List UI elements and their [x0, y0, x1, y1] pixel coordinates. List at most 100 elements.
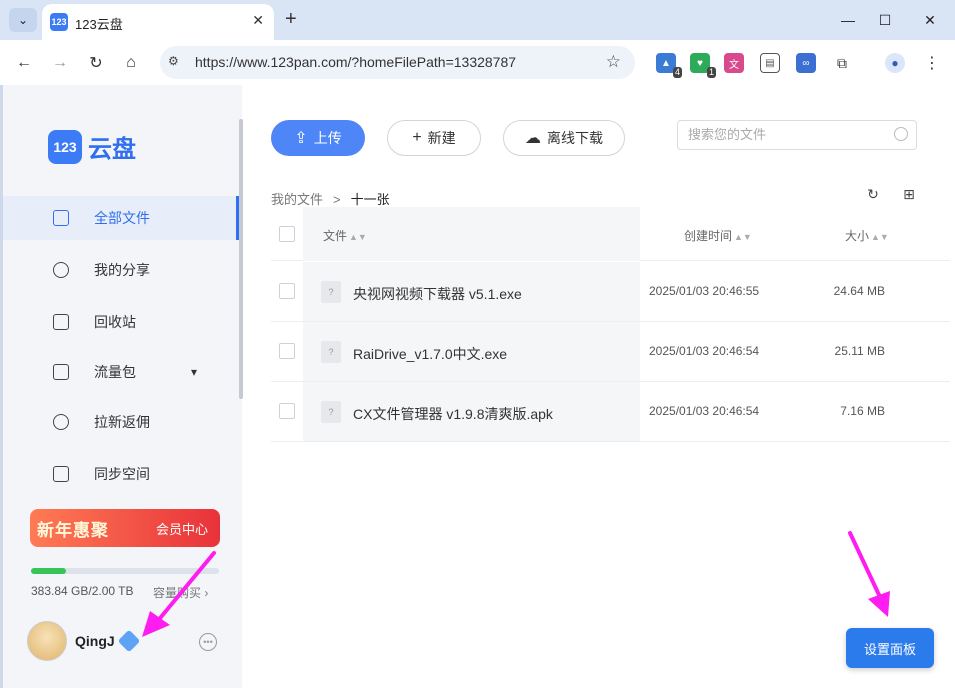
sidebar-item-referral[interactable]: 拉新返佣 — [3, 400, 237, 444]
page: 123 云盘 全部文件 我的分享 回收站 流量包 ▾ 拉新返佣 同步空间 新年惠… — [0, 85, 955, 688]
sidebar-item-traffic-pack[interactable]: 流量包 ▾ — [3, 350, 237, 394]
yen-icon — [53, 414, 69, 430]
avatar[interactable] — [27, 621, 67, 661]
chart-icon — [53, 364, 69, 380]
offline-download-button[interactable]: ☁ 离线下载 — [503, 120, 625, 156]
extension-icon[interactable]: ▲ 4 — [656, 53, 682, 78]
search-icon[interactable] — [894, 127, 908, 141]
sidebar-item-label: 全部文件 — [94, 210, 150, 226]
favicon-icon: 123 — [50, 13, 68, 31]
file-created: 2025/01/03 20:46:55 — [649, 284, 760, 298]
column-header-file[interactable]: 文件 ▲▼ — [323, 227, 367, 244]
home-icon[interactable]: ⌂ — [120, 52, 142, 74]
search-box — [677, 120, 917, 150]
chevron-down-icon[interactable]: ▾ — [191, 365, 197, 379]
tab-title: 123云盘 — [75, 17, 123, 32]
username: QingJ — [75, 633, 115, 649]
logo-text: 云盘 — [88, 136, 136, 163]
file-name[interactable]: CX文件管理器 v1.9.8清爽版.apk — [353, 404, 553, 424]
sort-icon: ▲▼ — [734, 232, 752, 242]
file-size: 7.16 MB — [840, 404, 885, 418]
file-size: 24.64 MB — [833, 284, 885, 298]
sidebar-item-label: 回收站 — [94, 314, 136, 330]
sidebar-item-label: 拉新返佣 — [94, 414, 150, 430]
forward-icon[interactable]: → — [49, 52, 71, 74]
extensions-puzzle-icon[interactable]: ⧉ — [832, 53, 852, 73]
new-button[interactable]: + 新建 — [387, 120, 481, 156]
upload-label: 上传 — [313, 130, 342, 146]
sidebar-item-recycle-bin[interactable]: 回收站 — [3, 300, 237, 344]
refresh-icon[interactable]: ↻ — [865, 186, 881, 202]
breadcrumb-root[interactable]: 我的文件 — [271, 192, 323, 207]
sidebar-item-sync-space[interactable]: 同步空间 — [3, 452, 237, 496]
close-window-icon[interactable]: ✕ — [918, 8, 942, 32]
share-icon — [53, 262, 69, 278]
row-checkbox[interactable] — [279, 403, 295, 419]
annotation-arrow — [848, 531, 890, 617]
sidebar-item-label: 我的分享 — [94, 262, 150, 278]
unknown-file-icon: ? — [321, 401, 341, 423]
back-icon[interactable]: ← — [13, 52, 35, 74]
sidebar-item-my-shares[interactable]: 我的分享 — [3, 248, 237, 292]
file-created: 2025/01/03 20:46:54 — [649, 404, 760, 418]
url-text[interactable]: https://www.123pan.com/?homeFilePath=133… — [195, 54, 516, 70]
copy-extension-icon[interactable]: ▤ — [760, 53, 780, 73]
translate-extension-icon[interactable]: 文 — [724, 53, 744, 73]
file-name[interactable]: 央视网视频下载器 v5.1.exe — [353, 284, 522, 304]
settings-panel-button[interactable]: 设置面板 — [846, 628, 934, 668]
browser-tab[interactable]: 123 123云盘 ✕ — [42, 4, 274, 40]
row-checkbox[interactable] — [279, 343, 295, 359]
annotation-arrow — [142, 551, 216, 637]
vip-center-link[interactable]: 会员中心 — [156, 519, 208, 538]
browser-tab-bar: ⌄ 123 123云盘 ✕ + — ☐ ✕ — [0, 0, 955, 40]
breadcrumb-separator: > — [333, 192, 341, 207]
sidebar-item-label: 流量包 — [94, 364, 136, 380]
select-all-checkbox[interactable] — [279, 226, 295, 242]
bookmark-star-icon[interactable]: ☆ — [606, 52, 621, 72]
browser-menu-icon[interactable]: ⋮ — [922, 53, 942, 73]
sidebar-item-all-files[interactable]: 全部文件 — [3, 196, 239, 240]
new-label: 新建 — [427, 130, 456, 146]
table-row[interactable]: ? RaiDrive_v1.7.0中文.exe 2025/01/03 20:46… — [271, 322, 950, 382]
maximize-icon[interactable]: ☐ — [873, 8, 897, 32]
extension-icon[interactable]: ♥ 1 — [690, 53, 716, 78]
file-size: 25.11 MB — [834, 344, 885, 358]
sync-icon — [53, 466, 69, 482]
offline-download-label: 离线下载 — [547, 130, 603, 146]
site-info-icon[interactable]: ⚙ — [168, 54, 184, 70]
table-header: 文件 ▲▼ 创建时间 ▲▼ 大小 ▲▼ — [271, 207, 950, 261]
reload-icon[interactable]: ↻ — [85, 52, 107, 74]
plus-icon: + — [412, 129, 422, 146]
tab-close-icon[interactable]: ✕ — [252, 12, 264, 29]
sidebar-scrollbar[interactable] — [239, 119, 243, 399]
storage-progress-fill — [31, 568, 67, 574]
sort-icon: ▲▼ — [871, 232, 889, 242]
grid-view-icon[interactable]: ⊞ — [901, 186, 917, 202]
upload-icon: ⇪ — [294, 130, 308, 147]
breadcrumb-current: 十一张 — [350, 192, 390, 207]
table-row[interactable]: ? 央视网视频下载器 v5.1.exe 2025/01/03 20:46:55 … — [271, 262, 950, 322]
url-bar[interactable]: ⚙ https://www.123pan.com/?homeFilePath=1… — [160, 46, 635, 79]
column-header-size[interactable]: 大小 ▲▼ — [845, 227, 889, 244]
address-toolbar: ← → ↻ ⌂ ⚙ https://www.123pan.com/?homeFi… — [0, 40, 955, 85]
table-row[interactable]: ? CX文件管理器 v1.9.8清爽版.apk 2025/01/03 20:46… — [271, 382, 950, 442]
promo-title: 新年惠聚 — [37, 520, 109, 540]
minimize-icon[interactable]: — — [836, 8, 860, 32]
row-checkbox[interactable] — [279, 283, 295, 299]
file-name[interactable]: RaiDrive_v1.7.0中文.exe — [353, 344, 507, 364]
search-input[interactable] — [688, 127, 878, 142]
folder-icon — [53, 210, 69, 226]
cloud-download-icon: ☁ — [525, 130, 541, 147]
profile-icon[interactable]: ● — [885, 53, 905, 73]
column-header-created[interactable]: 创建时间 ▲▼ — [684, 227, 752, 244]
unknown-file-icon: ? — [321, 281, 341, 303]
logo-mark: 123 — [48, 129, 82, 164]
cloud-extension-icon[interactable]: ∞ — [796, 53, 816, 73]
new-tab-icon[interactable]: + — [285, 8, 297, 30]
breadcrumb: 我的文件 > 十一张 — [271, 189, 390, 208]
logo[interactable]: 123 云盘 — [48, 129, 136, 164]
tab-search-button[interactable]: ⌄ — [9, 8, 37, 32]
upload-button[interactable]: ⇪ 上传 — [271, 120, 365, 156]
vip-promo-banner[interactable]: 新年惠聚 会员中心 — [30, 509, 220, 547]
sidebar-item-label: 同步空间 — [94, 466, 150, 482]
